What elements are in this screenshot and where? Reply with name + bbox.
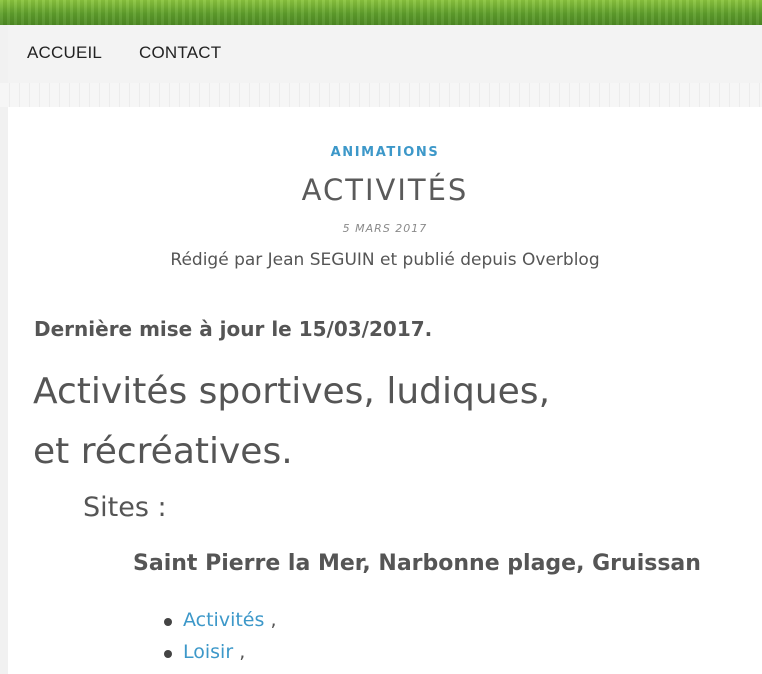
list-item: Loisir ,: [164, 641, 277, 673]
article-date: 5 MARS 2017: [342, 222, 428, 235]
nav-item-accueil[interactable]: ACCUEIL: [27, 43, 102, 63]
main-nav: ACCUEIL CONTACT: [8, 25, 762, 83]
article-category[interactable]: ANIMATIONS: [8, 145, 762, 160]
tag-list: Activités , Loisir ,: [164, 609, 277, 673]
list-item: Activités ,: [164, 609, 277, 641]
sites-list-text: Saint Pierre la Mer, Narbonne plage, Gru…: [133, 551, 701, 576]
tag-link-loisir[interactable]: Loisir: [183, 641, 239, 663]
bullet-icon: [164, 618, 172, 626]
article-content: ANIMATIONS ACTIVITÉS 5 MARS 2017 Rédigé …: [8, 107, 762, 674]
tag-separator: ,: [239, 641, 246, 663]
article-title: ACTIVITÉS: [301, 173, 469, 207]
article-byline: Rédigé par Jean SEGUIN et publié depuis …: [170, 250, 600, 270]
tag-link-activites[interactable]: Activités: [183, 609, 270, 631]
article-headline: Activités sportives, ludiques, et récréa…: [33, 362, 550, 482]
header-banner-image: [0, 0, 762, 25]
headline-line-2: et récréatives.: [33, 431, 293, 472]
nav-item-contact[interactable]: CONTACT: [139, 43, 221, 63]
tag-separator: ,: [270, 609, 277, 631]
background-pattern: [0, 83, 762, 107]
bullet-icon: [164, 650, 172, 658]
sites-heading: Sites :: [83, 492, 167, 523]
headline-line-1: Activités sportives, ludiques,: [33, 371, 551, 412]
last-update-text: Dernière mise à jour le 15/03/2017.: [34, 317, 433, 341]
